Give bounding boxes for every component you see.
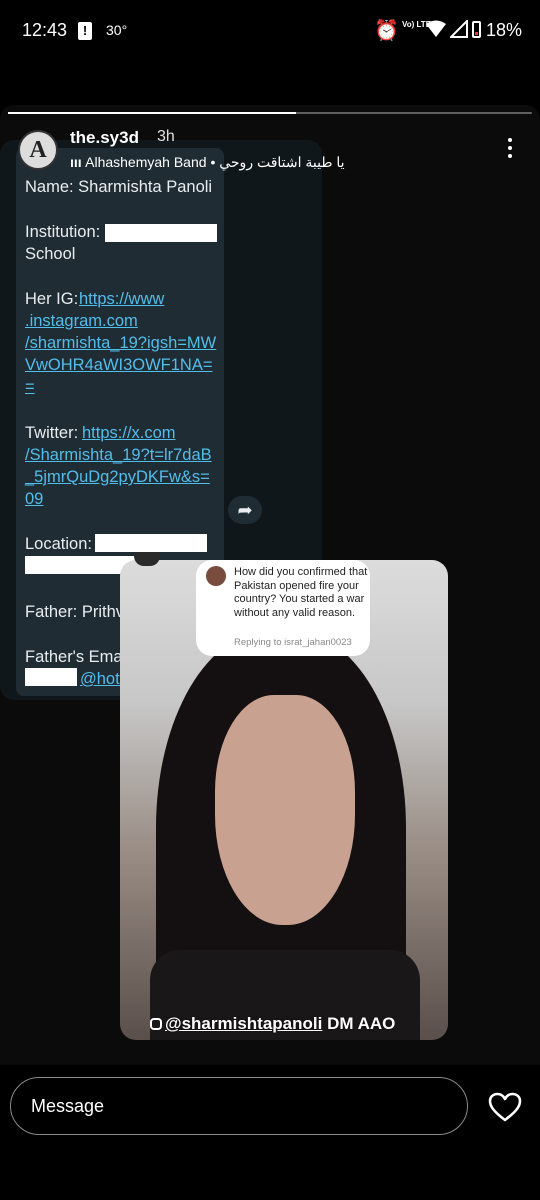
ig-link-line-4[interactable]: VwOHR4aWI3OWF1NA= xyxy=(25,354,213,376)
alert-icon: ! xyxy=(78,22,92,40)
alarm-icon: ⏰ xyxy=(374,20,399,42)
redaction-box xyxy=(95,534,207,552)
ig-link[interactable]: https://www xyxy=(79,288,164,310)
heart-outline-icon[interactable] xyxy=(488,1092,522,1122)
father-line: Father: Prithv xyxy=(25,603,125,621)
avatar[interactable]: A xyxy=(18,130,58,170)
dm-question-text: How did you confirmed that Pakistan open… xyxy=(234,566,368,619)
caption-text: DM AAO xyxy=(327,1014,396,1033)
ig-link-line-3[interactable]: /sharmishta_19?igsh=MW xyxy=(25,332,216,354)
story-progress-bar xyxy=(8,112,532,114)
battery-percent: 18% xyxy=(486,20,523,40)
twitter-label: Twitter: xyxy=(25,424,79,442)
forward-icon: ➦ xyxy=(228,496,262,524)
battery-icon xyxy=(472,21,481,38)
wifi-icon xyxy=(426,20,446,37)
story-username[interactable]: the.sy3d xyxy=(70,128,139,148)
twitter-link-line-2[interactable]: /Sharmishta_19?t=lr7daB xyxy=(25,444,212,466)
redaction-box xyxy=(25,668,77,686)
twitter-link-line-3[interactable]: _5jmrQuDg2pyDKFw&s= xyxy=(25,466,210,488)
status-time: 12:43 xyxy=(22,20,68,40)
story-time: 3h xyxy=(157,128,175,145)
location-label: Location: xyxy=(25,535,92,553)
email-link[interactable]: @hotr xyxy=(80,668,125,690)
music-attribution[interactable]: ııı Alhashemyah Band • يا طيبة اشتاقت رو… xyxy=(70,154,345,174)
music-song: يا طيبة اشتاقت روحي xyxy=(219,154,345,170)
ig-label: Her IG: xyxy=(25,290,79,308)
signal-icon xyxy=(450,20,468,38)
music-separator: • xyxy=(210,154,216,170)
institution-label: Institution: xyxy=(25,223,101,241)
video-caption: @sharmishtapanoli DM AAO xyxy=(150,1014,395,1034)
institution-school: School xyxy=(25,245,76,263)
threads-icon xyxy=(150,1018,162,1030)
video-person-face xyxy=(215,695,355,925)
dm-avatar xyxy=(206,566,226,586)
music-artist: Alhashemyah Band xyxy=(85,154,207,170)
name-line: Name: Sharmishta Panoli xyxy=(25,178,213,196)
dm-replying-to: Replying to israt_jahan0023 xyxy=(234,637,352,648)
temperature: 30° xyxy=(106,22,128,38)
caption-handle[interactable]: @sharmishtapanoli xyxy=(165,1014,322,1033)
father-email-label: Father's Ema xyxy=(25,648,123,666)
redaction-box xyxy=(105,224,217,242)
story-progress-fill xyxy=(8,112,297,114)
more-options-button[interactable] xyxy=(500,134,520,164)
music-bars-icon: ııı xyxy=(70,154,82,170)
ig-link-line-5[interactable]: = xyxy=(25,376,35,398)
camera-notch xyxy=(134,552,160,566)
twitter-link-line-4[interactable]: 09 xyxy=(25,488,43,510)
message-input[interactable] xyxy=(10,1077,468,1135)
ig-link-line-2[interactable]: .instagram.com xyxy=(25,310,138,332)
twitter-link[interactable]: https://x.com xyxy=(82,422,176,444)
